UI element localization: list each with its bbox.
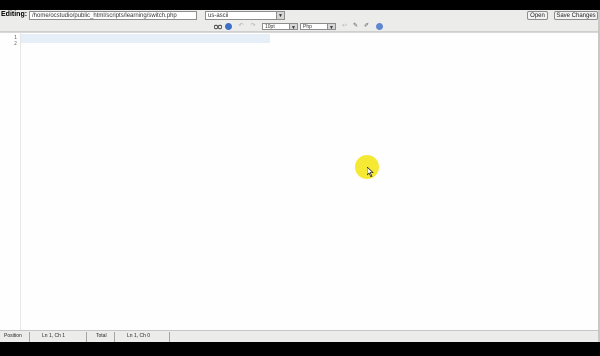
open-button[interactable]: Open xyxy=(527,11,548,20)
chevron-down-icon: ▼ xyxy=(327,24,335,31)
find-icon[interactable] xyxy=(213,23,223,30)
status-bar: Position Ln 1, Ch 1 Total Ln 1, Ch 0 xyxy=(0,330,598,342)
chevron-down-icon: ▼ xyxy=(289,24,297,31)
code-editor[interactable]: 1 2 xyxy=(0,32,598,331)
file-path-input[interactable]: /home/ocstudio/public_html/scripts/learn… xyxy=(29,11,197,20)
line-number-gutter: 1 2 xyxy=(0,33,21,331)
encoding-value: us-ascii xyxy=(208,13,229,19)
editor-toolbar: ↶ ↷ 10pt ▼ Php ▼ ↩ ✎ ✐ xyxy=(0,22,598,32)
status-divider xyxy=(169,332,170,342)
save-changes-button[interactable]: Save Changes xyxy=(554,11,598,20)
editor-app: Editing: /home/ocstudio/public_html/scri… xyxy=(0,10,600,342)
font-size-value: 10pt xyxy=(265,24,275,30)
status-divider xyxy=(114,332,115,342)
mouse-pointer-icon xyxy=(367,167,374,177)
status-divider xyxy=(29,332,30,342)
pencil-icon[interactable]: ✎ xyxy=(352,23,359,30)
encoding-select[interactable]: us-ascii ▼ xyxy=(205,11,285,20)
font-size-select[interactable]: 10pt ▼ xyxy=(262,23,298,31)
total-value: Ln 1, Ch 0 xyxy=(127,333,151,339)
status-divider xyxy=(86,332,87,342)
active-line-highlight xyxy=(21,34,270,43)
editing-label: Editing: xyxy=(1,11,28,18)
total-label: Total xyxy=(96,333,107,339)
language-value: Php xyxy=(303,24,312,30)
language-select[interactable]: Php ▼ xyxy=(300,23,336,31)
position-label: Position xyxy=(4,333,22,339)
edit-icon[interactable]: ✐ xyxy=(363,23,370,30)
wrap-icon[interactable]: ↩ xyxy=(341,23,348,30)
line-number: 2 xyxy=(13,41,17,47)
undo-icon[interactable]: ↶ xyxy=(238,23,244,30)
help-icon[interactable] xyxy=(376,23,383,30)
position-value: Ln 1, Ch 1 xyxy=(42,333,66,339)
screen: Editing: /home/ocstudio/public_html/scri… xyxy=(0,0,600,356)
redo-icon[interactable]: ↷ xyxy=(250,23,256,30)
search-icon[interactable] xyxy=(225,23,232,30)
chevron-down-icon: ▼ xyxy=(276,12,284,19)
